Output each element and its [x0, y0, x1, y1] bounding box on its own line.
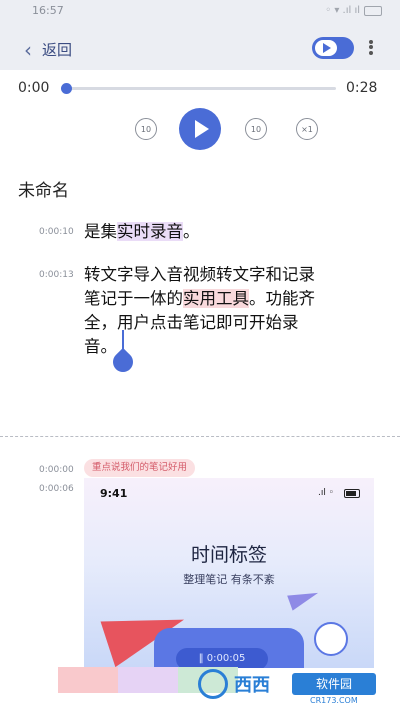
image-heading: 时间标签: [190, 544, 267, 566]
watermark-logo-icon: [198, 669, 228, 699]
section-divider: [0, 436, 400, 437]
watermark: 西西 软件园 CR173.COM: [180, 665, 390, 709]
signal-icon: .ıl ◦: [317, 488, 334, 498]
note-timestamp[interactable]: 0:00:06: [39, 484, 74, 494]
color-swatch-pink[interactable]: [58, 667, 118, 693]
highlight-text: 实时录音: [117, 222, 183, 241]
forward-10-button[interactable]: 10: [245, 118, 267, 140]
note-timestamp[interactable]: 0:00:00: [39, 465, 74, 475]
status-signal: ◦ ▾ .ıl ıl: [325, 5, 360, 16]
progress-track[interactable]: [66, 87, 336, 90]
back-button[interactable]: 返回: [42, 39, 72, 60]
status-bar: 16:57 ◦ ▾ .ıl ıl: [0, 0, 400, 22]
segment-timestamp[interactable]: 0:00:13: [39, 270, 74, 280]
paper-plane-icon: [287, 585, 321, 611]
recording-title[interactable]: 未命名: [18, 176, 69, 201]
status-time: 16:57: [32, 4, 64, 17]
total-time: 0:28: [346, 80, 378, 96]
watermark-brand: 西西: [234, 675, 270, 696]
highlight-text: 实用工具: [183, 289, 249, 308]
play-button[interactable]: [179, 108, 221, 150]
note-image[interactable]: 9:41 .ıl ◦ 时间标签 整理笔记 有条不紊 ‖ 0:00:05: [84, 478, 374, 668]
play-icon: [195, 120, 209, 138]
phone-time: 9:41: [100, 487, 128, 500]
color-swatch-purple[interactable]: [118, 667, 178, 693]
play-icon: [323, 43, 331, 53]
note-icon: [314, 622, 348, 656]
speed-button[interactable]: ×1: [296, 118, 318, 140]
rewind-10-button[interactable]: 10: [135, 118, 157, 140]
transcript-segment[interactable]: 转文字导入音视频转文字和记录 笔记于一体的实用工具。功能齐 全，用户点击笔记即可…: [84, 263, 384, 359]
image-subheading: 整理笔记 有条不紊: [183, 573, 275, 586]
chevron-left-icon[interactable]: ‹: [24, 38, 32, 62]
playback-mode-toggle[interactable]: [312, 37, 354, 59]
segment-timestamp[interactable]: 0:00:10: [39, 227, 74, 237]
current-time: 0:00: [18, 80, 50, 96]
note-tag[interactable]: 重点说我们的笔记好用: [84, 459, 196, 477]
battery-icon: [364, 6, 382, 16]
transcript-segment[interactable]: 是集实时录音。: [84, 220, 200, 244]
more-options-icon[interactable]: [366, 38, 376, 58]
watermark-url: CR173.COM: [310, 696, 358, 705]
progress-thumb[interactable]: [61, 83, 72, 94]
battery-icon: [344, 489, 360, 498]
watermark-label: 软件园: [292, 673, 376, 695]
